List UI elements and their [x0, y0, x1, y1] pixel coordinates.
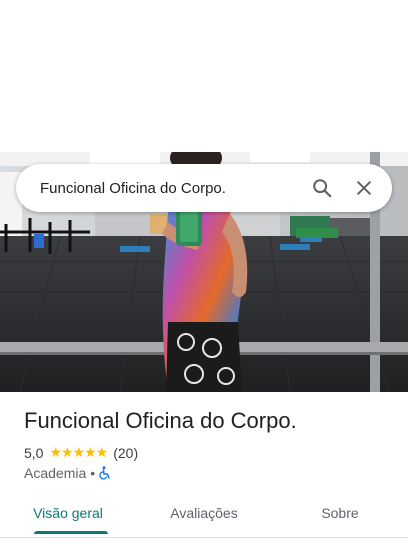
place-category: Academia	[24, 465, 87, 481]
place-details-page: Funcional Oficina do Corpo. Funcional Of…	[0, 0, 408, 544]
close-icon[interactable]	[344, 168, 384, 208]
star-rating-icon: ★★★★★	[49, 444, 108, 460]
search-query[interactable]: Funcional Oficina do Corpo.	[40, 180, 302, 197]
tab-reviews-label: Avaliações	[170, 505, 238, 521]
category-row: Academia •	[24, 465, 111, 481]
rating-row[interactable]: 5,0 ★★★★★ (20)	[24, 444, 138, 461]
search-bar[interactable]: Funcional Oficina do Corpo.	[16, 164, 392, 212]
separator-dot: •	[90, 465, 96, 481]
search-icon[interactable]	[302, 168, 342, 208]
active-tab-indicator	[34, 531, 108, 534]
review-count[interactable]: (20)	[113, 445, 138, 461]
tab-overview-label: Visão geral	[33, 505, 103, 521]
rating-value: 5,0	[24, 444, 44, 461]
tab-reviews[interactable]: Avaliações	[136, 496, 272, 536]
place-title: Funcional Oficina do Corpo.	[24, 408, 297, 433]
tab-about-label: Sobre	[321, 505, 359, 521]
tabs-divider	[0, 537, 408, 538]
tab-overview[interactable]: Visão geral	[0, 496, 136, 536]
wheelchair-accessible-icon	[99, 466, 111, 480]
tab-about[interactable]: Sobre	[272, 496, 408, 536]
place-tabs: Visão geral Avaliações Sobre	[0, 496, 408, 536]
